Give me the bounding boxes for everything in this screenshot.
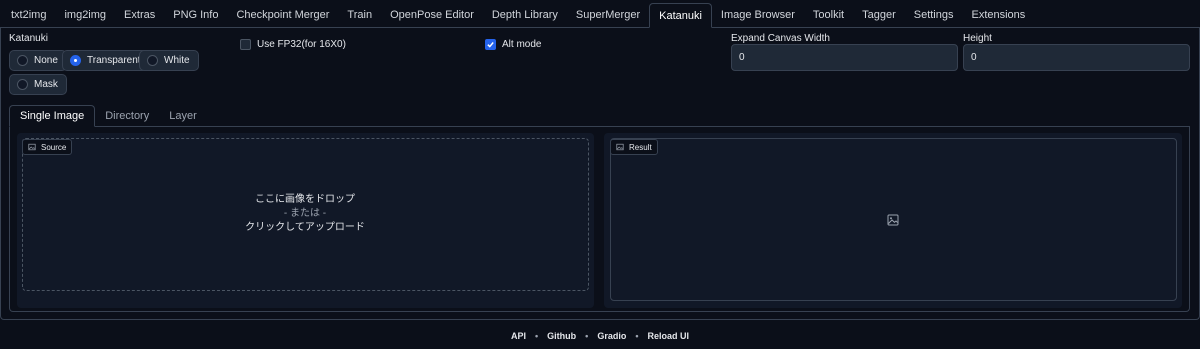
footer-api-link[interactable]: API [511,331,526,341]
radio-selected-icon [70,55,81,66]
footer-links: API • Github • Gradio • Reload UI [0,331,1200,341]
tab-image-browser[interactable]: Image Browser [712,3,804,27]
footer-separator: • [535,331,539,341]
katanuki-label: Katanuki [9,33,48,44]
footer-github-link[interactable]: Github [547,331,576,341]
top-tab-bar: txt2img img2img Extras PNG Info Checkpoi… [0,3,1200,28]
tab-train[interactable]: Train [338,3,381,27]
tab-openpose-editor[interactable]: OpenPose Editor [381,3,483,27]
click-upload-text: クリックしてアップロード [245,222,365,233]
radio-white[interactable]: White [139,50,199,71]
alt-mode-label: Alt mode [502,39,542,50]
radio-circle-icon [17,79,28,90]
height-label: Height [963,33,992,44]
source-label: Source [22,139,73,155]
footer-separator: • [585,331,589,341]
footer-separator: • [635,331,639,341]
radio-circle-icon [147,55,158,66]
tab-tagger[interactable]: Tagger [853,3,905,27]
use-fp32-label: Use FP32(for 16X0) [257,39,346,50]
tab-toolkit[interactable]: Toolkit [804,3,853,27]
tab-extensions[interactable]: Extensions [962,3,1034,27]
radio-mask[interactable]: Mask [9,74,67,95]
drop-instructions: ここに画像をドロップ - または - クリックしてアップロード [205,193,405,235]
tab-settings[interactable]: Settings [905,3,963,27]
tab-supermerger[interactable]: SuperMerger [567,3,649,27]
radio-white-label: White [164,55,190,66]
radio-none-label: None [34,55,58,66]
tab-img2img[interactable]: img2img [55,3,115,27]
radio-none[interactable]: None [9,50,67,71]
or-text: - または - [283,208,327,219]
alt-mode-checkbox[interactable]: Alt mode [485,39,541,50]
tab-single-image[interactable]: Single Image [9,105,96,127]
expand-width-label: Expand Canvas Width [731,33,830,44]
tab-katanuki[interactable]: Katanuki [649,3,712,28]
radio-transparent-label: Transparent [87,55,141,66]
image-icon [28,143,36,151]
drop-text: ここに画像をドロップ [255,194,355,205]
inner-tab-bar: Single Image Directory Layer [9,105,1190,127]
tab-checkpoint-merger[interactable]: Checkpoint Merger [227,3,338,27]
source-label-text: Source [41,142,67,152]
tab-txt2img[interactable]: txt2img [2,3,55,27]
footer-gradio-link[interactable]: Gradio [597,331,626,341]
radio-circle-icon [17,55,28,66]
radio-mask-label: Mask [34,79,58,90]
tab-directory[interactable]: Directory [95,105,159,126]
checkbox-checked-icon [485,39,496,50]
tab-extras[interactable]: Extras [115,3,164,27]
tab-depth-library[interactable]: Depth Library [483,3,567,27]
result-label-text: Result [629,142,652,152]
expand-width-input[interactable] [731,44,958,71]
checkbox-unchecked-icon [240,39,251,50]
footer-reload-ui-link[interactable]: Reload UI [647,331,689,341]
radio-transparent[interactable]: Transparent [62,50,150,71]
image-icon [616,143,624,151]
tab-layer[interactable]: Layer [159,105,207,126]
result-label: Result [610,139,658,155]
image-placeholder-icon [887,214,899,226]
height-input[interactable] [963,44,1190,71]
tab-png-info[interactable]: PNG Info [164,3,227,27]
use-fp32-checkbox[interactable]: Use FP32(for 16X0) [240,39,346,50]
